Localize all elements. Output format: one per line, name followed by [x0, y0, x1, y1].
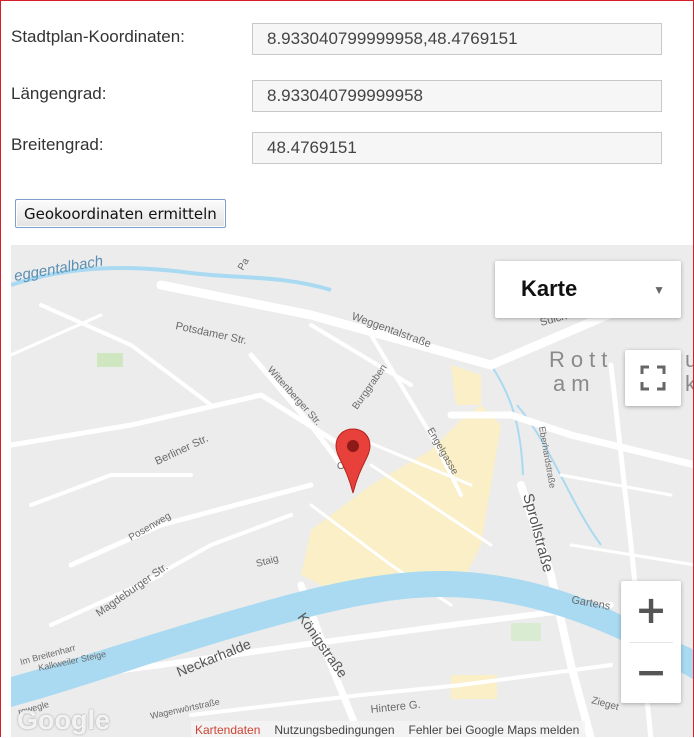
label-k: k	[685, 371, 694, 396]
label-u: u	[685, 347, 694, 372]
get-coordinates-button[interactable]: Geokoordinaten ermitteln	[15, 199, 226, 228]
location-pin-icon[interactable]	[334, 427, 372, 495]
label-am: am	[553, 371, 596, 396]
coords-input[interactable]	[252, 23, 662, 55]
google-logo[interactable]: Google	[17, 705, 110, 736]
zoom-out-button[interactable]: −	[621, 643, 681, 703]
map-type-dropdown[interactable]: Karte ▼	[495, 261, 681, 318]
lng-label: Längengrad:	[11, 84, 107, 103]
report-error-link[interactable]: Fehler bei Google Maps melden	[409, 723, 580, 737]
lng-input[interactable]	[252, 80, 662, 112]
fullscreen-icon	[640, 365, 666, 391]
dropdown-caret-icon: ▼	[653, 283, 665, 297]
fullscreen-button[interactable]	[625, 350, 681, 406]
map-canvas[interactable]: eggentalbach Pa Potsdamer Str. Weggental…	[11, 245, 694, 737]
geo-form-panel: Stadtplan-Koordinaten: Längengrad: Breit…	[0, 0, 694, 737]
map-type-label: Karte	[521, 276, 578, 301]
map-data-link[interactable]: Kartendaten	[195, 723, 260, 737]
zoom-control: + −	[621, 581, 681, 703]
terms-link[interactable]: Nutzungsbedingungen	[274, 723, 394, 737]
lat-label: Breitengrad:	[11, 135, 104, 154]
lat-input[interactable]	[252, 132, 662, 164]
zoom-in-button[interactable]: +	[621, 581, 681, 641]
label-rottenburg: Rott	[549, 347, 613, 372]
map-attribution: Kartendaten Nutzungsbedingungen Fehler bei…	[191, 721, 586, 737]
coords-label: Stadtplan-Koordinaten:	[11, 27, 185, 46]
